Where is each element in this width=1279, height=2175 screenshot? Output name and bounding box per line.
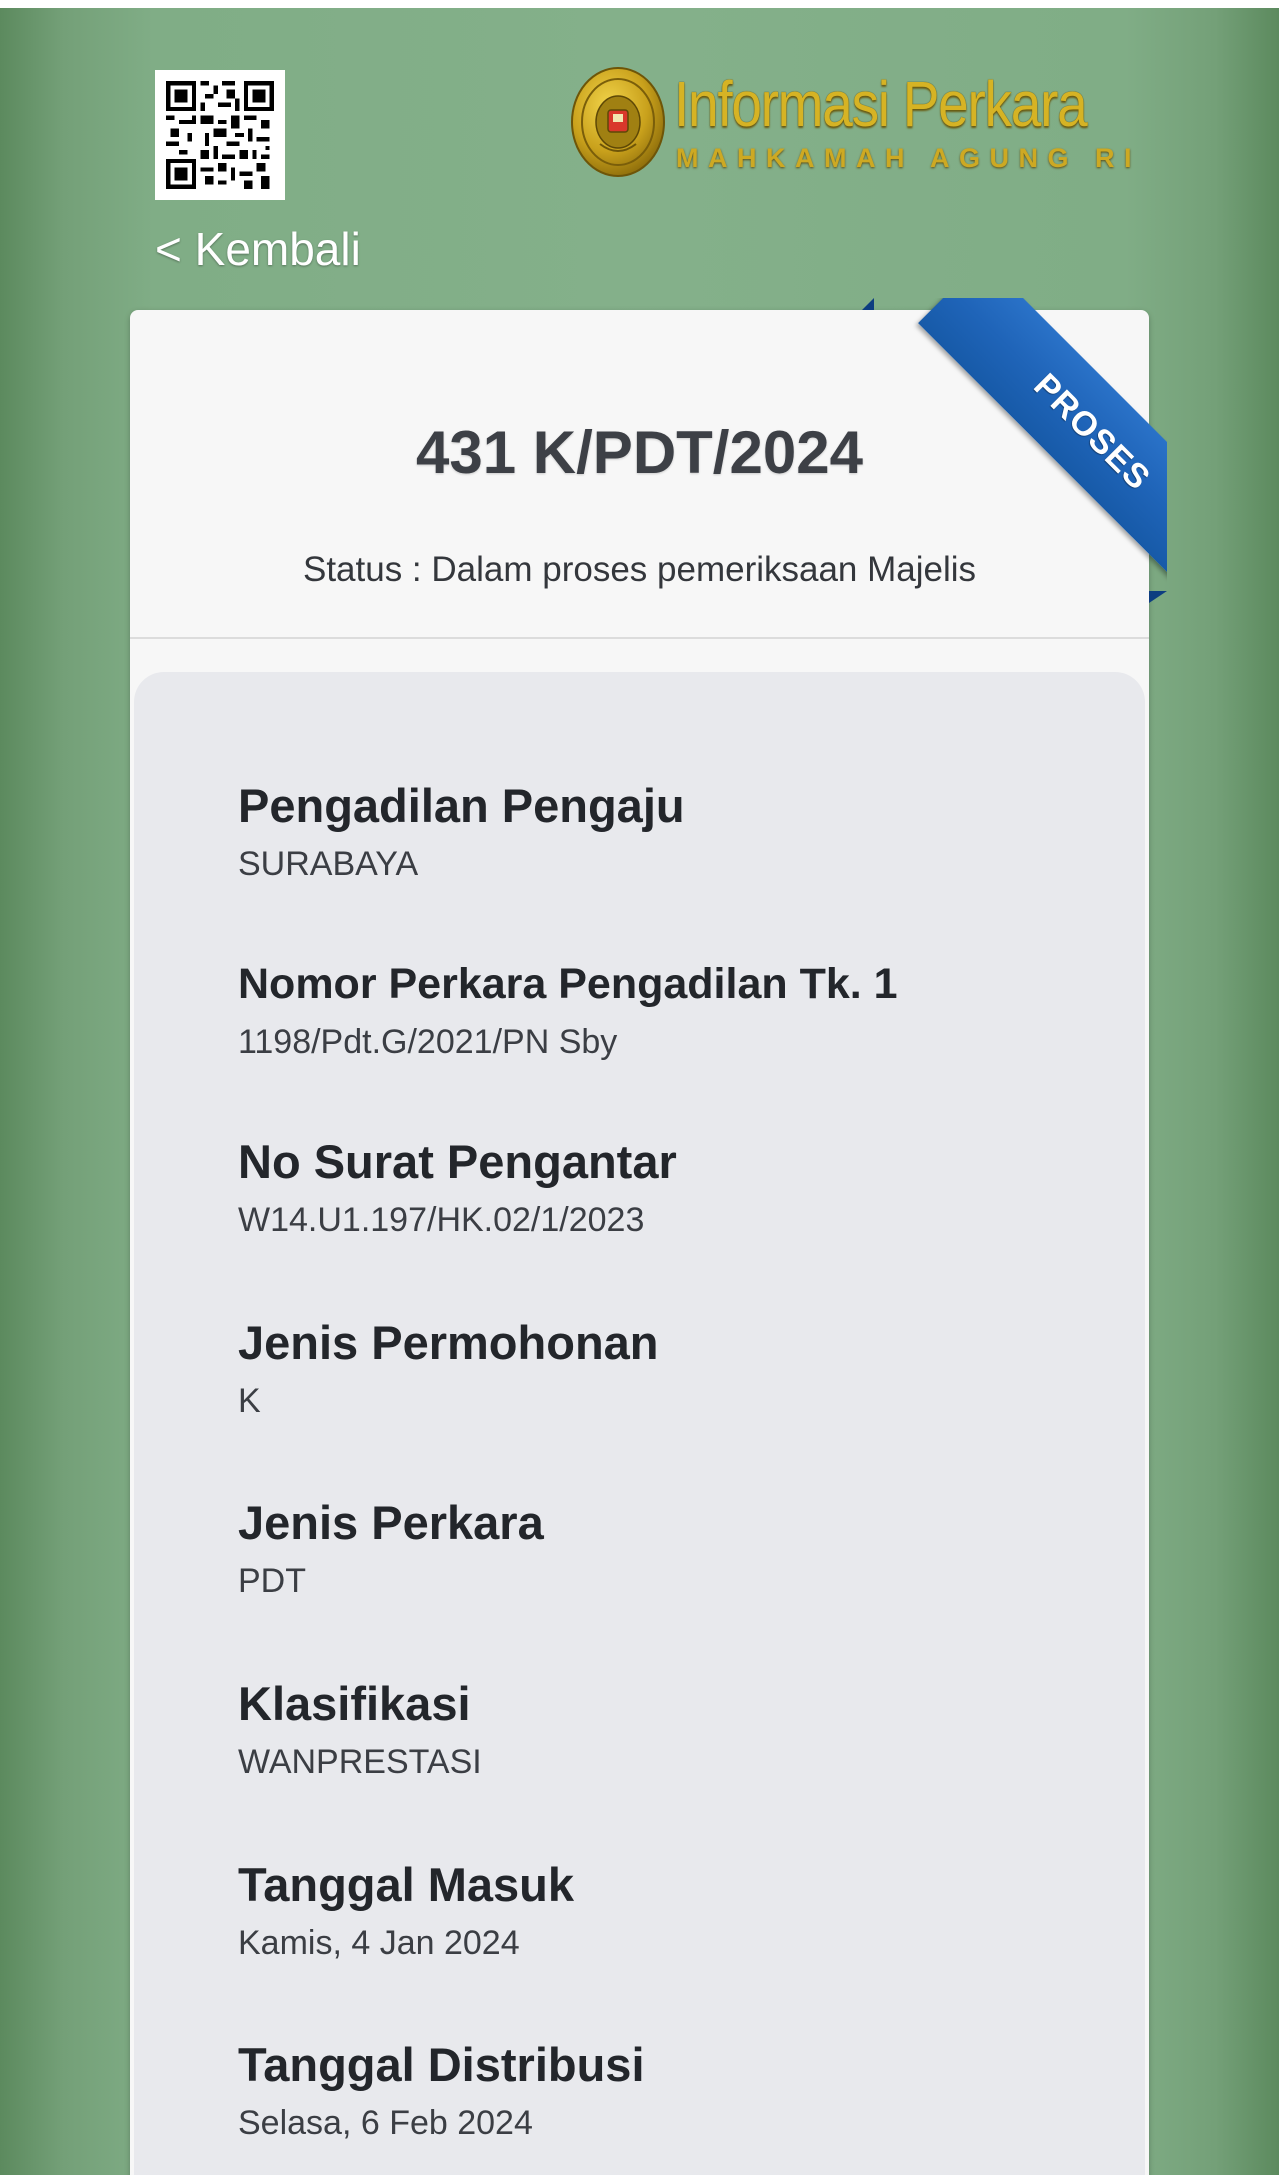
detail-tanggal-distribusi: Tanggal Distribusi Selasa, 6 Feb 2024 bbox=[238, 2037, 1118, 2144]
detail-label: No Surat Pengantar bbox=[238, 1135, 677, 1188]
detail-value: PDT bbox=[238, 1562, 306, 1600]
detail-value: W14.U1.197/HK.02/1/2023 bbox=[238, 1201, 645, 1239]
case-status: Status : Dalam proses pemeriksaan Majeli… bbox=[130, 548, 1149, 592]
logo-title: Informasi Perkara bbox=[674, 68, 1088, 140]
detail-label: Pengadilan Pengaju bbox=[238, 779, 685, 832]
site-logo[interactable]: Informasi Perkara MAHKAMAH AGUNG RI bbox=[570, 60, 1150, 190]
detail-tanggal-masuk: Tanggal Masuk Kamis, 4 Jan 2024 bbox=[238, 1857, 1118, 1964]
detail-pengadilan-pengaju: Pengadilan Pengaju SURABAYA bbox=[238, 778, 1118, 885]
detail-nomor-perkara: Nomor Perkara Pengadilan Tk. 1 1198/Pdt.… bbox=[238, 956, 1118, 1063]
back-link[interactable]: < Kembali bbox=[155, 221, 361, 277]
detail-value: 1198/Pdt.G/2021/PN Sby bbox=[238, 1023, 618, 1061]
detail-label: Tanggal Distribusi bbox=[238, 2038, 645, 2091]
detail-value: Selasa, 6 Feb 2024 bbox=[238, 2104, 533, 2142]
detail-jenis-permohonan: Jenis Permohonan K bbox=[238, 1315, 1118, 1422]
logo-subtitle: MAHKAMAH AGUNG RI bbox=[676, 143, 1141, 173]
detail-value: SURABAYA bbox=[238, 845, 419, 883]
qr-code-icon bbox=[155, 70, 285, 200]
detail-label: Nomor Perkara Pengadilan Tk. 1 bbox=[238, 960, 898, 1008]
detail-klasifikasi: Klasifikasi WANPRESTASI bbox=[238, 1676, 1118, 1783]
detail-label: Jenis Perkara bbox=[238, 1496, 544, 1549]
detail-label: Tanggal Masuk bbox=[238, 1858, 575, 1911]
detail-label: Jenis Permohonan bbox=[238, 1316, 659, 1369]
detail-jenis-perkara: Jenis Perkara PDT bbox=[238, 1495, 1118, 1602]
page-background: Informasi Perkara MAHKAMAH AGUNG RI < Ke… bbox=[0, 8, 1279, 2175]
case-details-panel: Pengadilan Pengaju SURABAYA Nomor Perkar… bbox=[134, 672, 1145, 2175]
detail-label: Klasifikasi bbox=[238, 1677, 471, 1730]
card-divider bbox=[130, 637, 1149, 639]
case-status-value: Dalam proses pemeriksaan Majelis bbox=[431, 550, 977, 589]
detail-no-surat-pengantar: No Surat Pengantar W14.U1.197/HK.02/1/20… bbox=[238, 1134, 1118, 1241]
detail-value: Kamis, 4 Jan 2024 bbox=[238, 1924, 520, 1962]
detail-value: K bbox=[238, 1382, 261, 1420]
case-status-prefix: Status : bbox=[302, 550, 432, 589]
court-seal-icon bbox=[571, 67, 665, 177]
case-number: 431 K/PDT/2024 bbox=[416, 419, 863, 486]
case-card: PROSES 431 K/PDT/2024 Status : Dalam pro… bbox=[130, 298, 1167, 2175]
detail-value: WANPRESTASI bbox=[238, 1743, 482, 1781]
